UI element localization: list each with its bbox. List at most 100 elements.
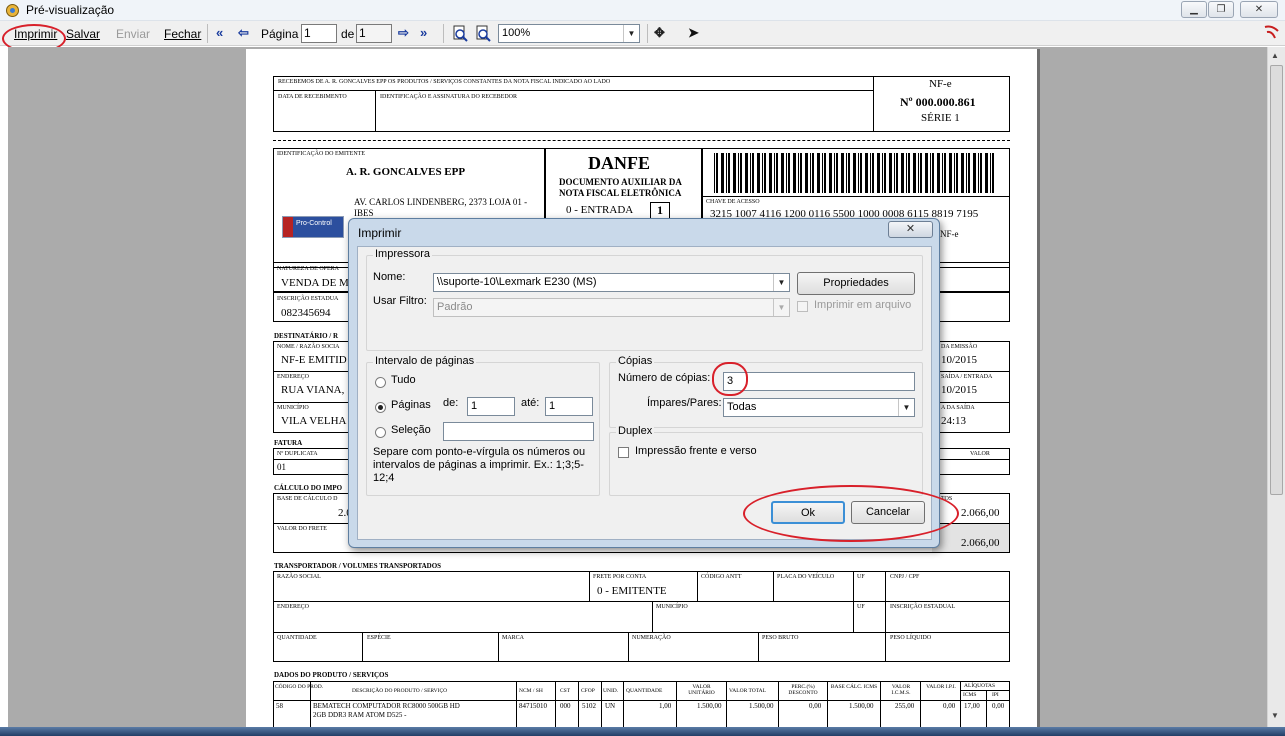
- pointer-icon[interactable]: ➤: [688, 25, 699, 41]
- col-base: BASE CÁLC. ICMS: [830, 684, 878, 690]
- barcode-bar: [769, 153, 772, 193]
- barcode-bar: [750, 153, 751, 193]
- properties-button[interactable]: Propriedades: [797, 272, 915, 295]
- maximize-button[interactable]: ❐: [1208, 1, 1234, 18]
- row-rate-ipi: 0,00: [992, 702, 1005, 710]
- filter-select: Padrão ▼: [433, 298, 790, 317]
- range-to-input[interactable]: 1: [545, 397, 593, 416]
- duplex-checkbox[interactable]: [618, 447, 629, 458]
- state-reg-value: 082345694: [281, 307, 331, 319]
- tax-total-note: 2.066,00: [961, 537, 1000, 549]
- exit-label: SAÍDA / ENTRADA: [941, 374, 993, 380]
- invoice-dup-value: 01: [277, 462, 286, 472]
- odd-even-select[interactable]: Todas ▼: [723, 398, 915, 417]
- danfe-title: DANFE: [588, 153, 650, 173]
- printer-name-label: Nome:: [373, 271, 406, 283]
- barcode-bar: [937, 153, 940, 193]
- zoom-in-icon[interactable]: [452, 25, 469, 42]
- row-cfop: 5102: [582, 702, 596, 710]
- receipt-series: SÉRIE 1: [921, 112, 960, 124]
- next-page-icon[interactable]: ⇨: [398, 25, 409, 41]
- danfe-subtitle2: NOTA FISCAL ELETRÔNICA: [559, 188, 682, 198]
- operation-value: VENDA DE M: [281, 277, 349, 289]
- vertical-scrollbar[interactable]: ▲ ▼: [1267, 47, 1285, 727]
- copies-input[interactable]: 3: [723, 372, 915, 391]
- last-page-icon[interactable]: »: [420, 25, 427, 40]
- barcode-bar: [817, 153, 820, 193]
- zoom-value: 100%: [502, 27, 531, 39]
- barcode-bar: [733, 153, 736, 193]
- close-button[interactable]: ✕: [1240, 1, 1278, 18]
- barcode-bar: [721, 153, 724, 193]
- col-unit: VALOR UNITÁRIO: [688, 684, 715, 696]
- row-unid: UN: [605, 702, 616, 710]
- save-button[interactable]: Salvar: [66, 27, 100, 41]
- scroll-down-icon[interactable]: ▼: [1271, 711, 1279, 720]
- print-to-file-checkbox: [797, 301, 808, 312]
- transport-frete-value: 0 - EMITENTE: [597, 585, 667, 597]
- barcode-bar: [961, 153, 964, 193]
- barcode-bar: [834, 153, 835, 193]
- barcode-bar: [774, 153, 775, 193]
- printer-name-select[interactable]: \\suporte-10\Lexmark E230 (MS) ▼: [433, 273, 790, 292]
- recipient-name-label: NOME / RAZÃO SOCIA: [277, 344, 340, 350]
- barcode-bar: [877, 153, 880, 193]
- barcode-bar: [764, 153, 766, 193]
- range-all-radio[interactable]: [375, 377, 386, 388]
- receipt-nfe: NF-e: [929, 78, 952, 90]
- transport-cnpj-label: CNPJ / CPF: [890, 574, 920, 580]
- close-preview-button[interactable]: Fechar: [164, 27, 201, 41]
- range-from-input[interactable]: 1: [467, 397, 515, 416]
- col-unid: UNID.: [603, 688, 619, 694]
- barcode-bar: [726, 153, 727, 193]
- print-to-file-label: Imprimir em arquivo: [814, 299, 912, 311]
- first-page-icon[interactable]: «: [216, 25, 223, 40]
- zoom-out-icon[interactable]: [475, 25, 492, 42]
- odd-even-label: Ímpares/Pares:: [647, 397, 722, 409]
- barcode-bar: [896, 153, 898, 193]
- transport-peso-bruto-label: PESO BRUTO: [762, 635, 799, 641]
- minimize-button[interactable]: ▁: [1181, 1, 1207, 18]
- transport-especie-label: ESPÉCIE: [367, 635, 391, 641]
- barcode: [714, 153, 998, 193]
- barcode-bar: [714, 153, 715, 193]
- scroll-up-icon[interactable]: ▲: [1271, 51, 1279, 60]
- transport-uf-label: UF: [857, 574, 865, 580]
- invoice-section: FATURA: [274, 439, 303, 447]
- transport-section: TRANSPORTADOR / VOLUMES TRANSPORTADOS: [274, 562, 442, 570]
- zoom-select[interactable]: 100% ▼: [498, 24, 640, 43]
- barcode-bar: [906, 153, 907, 193]
- barcode-bar: [786, 153, 787, 193]
- previous-page-icon[interactable]: ⇦: [238, 25, 249, 41]
- page-number-input[interactable]: 1: [301, 24, 337, 43]
- range-pages-radio[interactable]: [375, 402, 386, 413]
- brand-mark-icon: [1264, 25, 1279, 39]
- dialog-close-icon[interactable]: ✕: [888, 221, 933, 238]
- state-reg-label: INSCRIÇÃO ESTADUA: [277, 296, 339, 302]
- barcode-bar: [846, 153, 847, 193]
- recipient-section: DESTINATÁRIO / R: [274, 332, 339, 340]
- move-icon[interactable]: ✥: [654, 25, 665, 41]
- invoice-dup-label: Nº DUPLICATA: [277, 451, 318, 457]
- issuer-logo-text: Pro-Control: [296, 220, 332, 227]
- receipt-sign-label: IDENTIFICAÇÃO E ASSINATURA DO RECEBEDOR: [380, 94, 518, 100]
- recipient-name: NF-E EMITID: [281, 354, 347, 366]
- barcode-bar: [918, 153, 919, 193]
- col-rate-ipi: IPI: [992, 692, 999, 698]
- range-selection-input[interactable]: [443, 422, 594, 441]
- emission-value: 10/2015: [941, 354, 978, 366]
- transport-ie-label: INSCRIÇÃO ESTADUAL: [890, 604, 956, 610]
- products-section: DADOS DO PRODUTO / SERVIÇOS: [274, 671, 389, 679]
- barcode-bar: [836, 153, 838, 193]
- barcode-bar: [894, 153, 895, 193]
- emission-label: DA EMISSÃO: [941, 344, 978, 350]
- toolbar-separator: [443, 24, 444, 43]
- range-selection-radio[interactable]: [375, 427, 386, 438]
- col-cfop: CFOP: [581, 688, 595, 694]
- scrollbar-thumb[interactable]: [1270, 65, 1283, 495]
- barcode-bar: [966, 153, 967, 193]
- barcode-bar: [788, 153, 790, 193]
- barcode-bar: [990, 153, 991, 193]
- invoice-value-label: VALOR: [970, 451, 990, 457]
- barcode-bar: [822, 153, 823, 193]
